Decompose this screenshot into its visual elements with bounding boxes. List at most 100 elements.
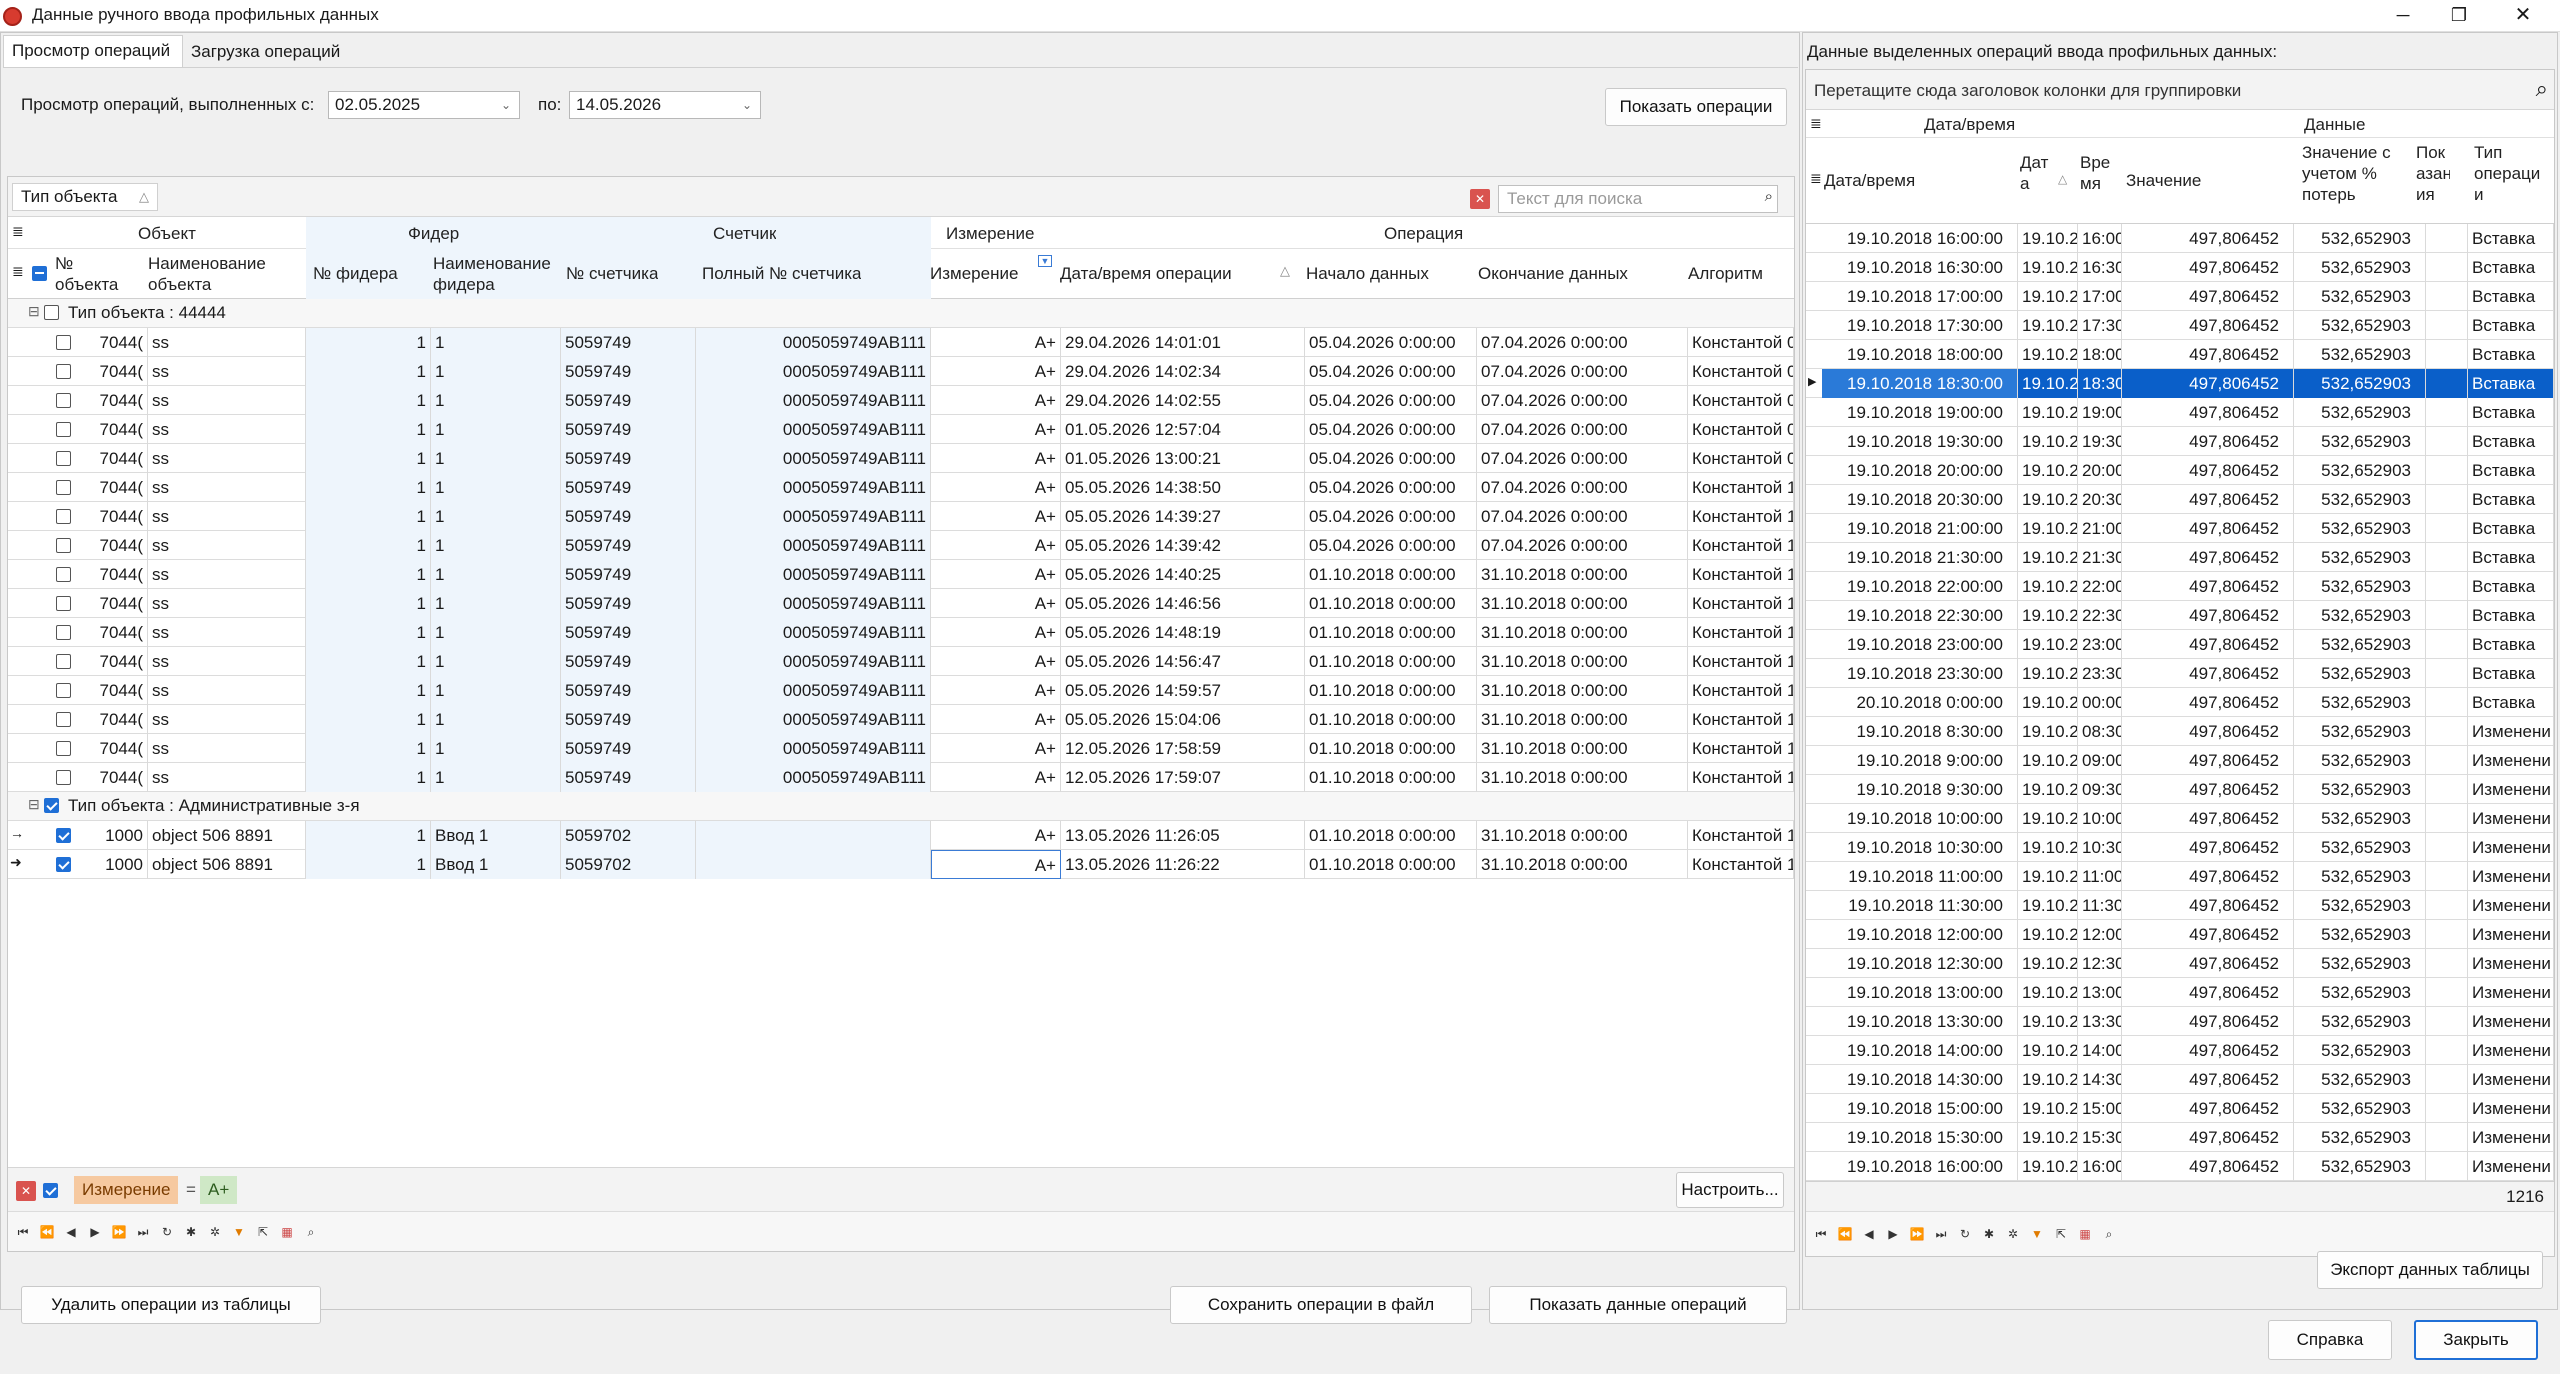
cell-value[interactable]: 497,806452 — [2122, 456, 2294, 485]
table-row[interactable]: 7044(ss 1 1 5059749 0005059749AB111 A+ 01.05.2… — [8, 444, 1794, 473]
cell-feeder-name[interactable]: 1 — [431, 531, 561, 560]
cell-op-type[interactable]: Вставка — [2468, 282, 2554, 311]
row-checkbox[interactable] — [56, 451, 71, 466]
table-row[interactable]: 7044(ss 1 1 5059749 0005059749AB111 A+ 05.05.2… — [8, 502, 1794, 531]
cell-time[interactable]: 09:30 — [2078, 775, 2122, 804]
cell-end[interactable]: 31.10.2018 0:00:00 — [1477, 676, 1688, 705]
cell-obj-name[interactable]: ss — [148, 328, 306, 357]
cell-readings[interactable] — [2426, 485, 2468, 514]
cell-feeder-no[interactable]: 1 — [306, 647, 431, 676]
cell-value[interactable]: 497,806452 — [2122, 543, 2294, 572]
table-row[interactable]: 19.10.2018 20:00:0019.10.2020:00497,8064… — [1806, 456, 2554, 485]
cell-time[interactable]: 23:30 — [2078, 659, 2122, 688]
cell-value-loss[interactable]: 532,652903 — [2294, 1007, 2426, 1036]
col-time[interactable]: Вре мя — [2080, 152, 2116, 194]
row-checkbox[interactable] — [56, 683, 71, 698]
cell-obj-no[interactable]: 7044( — [80, 357, 148, 386]
filter-value[interactable]: A+ — [200, 1176, 238, 1204]
cell-value[interactable]: 497,806452 — [2122, 1065, 2294, 1094]
cell-date[interactable]: 19.10.20 — [2018, 1152, 2078, 1181]
cell-end[interactable]: 07.04.2026 0:00:00 — [1477, 415, 1688, 444]
clear-search-icon[interactable]: ✕ — [1470, 189, 1490, 209]
row-checkbox[interactable] — [56, 422, 71, 437]
table-row[interactable]: 19.10.2018 16:00:0019.10.2016:00497,8064… — [1806, 1152, 2554, 1181]
cell-meter-no[interactable]: 5059749 — [561, 676, 696, 705]
cell-value-loss[interactable]: 532,652903 — [2294, 862, 2426, 891]
col-value-loss[interactable]: Значение с учетом % потерь — [2302, 142, 2402, 205]
prev-page-icon[interactable]: ⏪ — [1834, 1223, 1856, 1245]
cell-op-type[interactable]: Вставка — [2468, 572, 2554, 601]
cell-date[interactable]: 19.10.20 — [2018, 601, 2078, 630]
cell-feeder-no[interactable]: 1 — [306, 676, 431, 705]
cell-value[interactable]: 497,806452 — [2122, 398, 2294, 427]
col-obj-name[interactable]: Наименование объекта — [148, 253, 298, 295]
col-meter-full[interactable]: Полный № счетчика — [702, 263, 861, 284]
cell-obj-no[interactable]: 7044( — [80, 560, 148, 589]
cell-feeder-no[interactable]: 1 — [306, 357, 431, 386]
prev-record-icon[interactable]: ◀ — [60, 1221, 82, 1243]
filter-icon[interactable]: ▼ — [2026, 1223, 2048, 1245]
cell-op-dt[interactable]: 05.05.2026 14:38:50 — [1061, 473, 1305, 502]
cell-obj-name[interactable]: ss — [148, 560, 306, 589]
cell-meter-full[interactable]: 0005059749AB111 — [696, 415, 931, 444]
cell-dt[interactable]: 19.10.2018 22:00:00 — [1822, 572, 2018, 601]
cell-meter-full[interactable]: 0005059749AB111 — [696, 473, 931, 502]
cell-op-dt[interactable]: 05.05.2026 14:48:19 — [1061, 618, 1305, 647]
cell-dt[interactable]: 19.10.2018 14:00:00 — [1822, 1036, 2018, 1065]
cell-time[interactable]: 22:30 — [2078, 601, 2122, 630]
cell-meter-no[interactable]: 5059749 — [561, 357, 696, 386]
cell-date[interactable]: 19.10.20 — [2018, 978, 2078, 1007]
cell-dt[interactable]: 19.10.2018 12:30:00 — [1822, 949, 2018, 978]
cell-readings[interactable] — [2426, 1123, 2468, 1152]
col-algo[interactable]: Алгоритм — [1688, 263, 1763, 284]
cell-dt[interactable]: 19.10.2018 19:00:00 — [1822, 398, 2018, 427]
cell-feeder-no[interactable]: 1 — [306, 589, 431, 618]
cell-obj-no[interactable]: 1000 — [80, 850, 148, 879]
table-row[interactable]: 19.10.2018 15:00:0019.10.2015:00497,8064… — [1806, 1094, 2554, 1123]
cell-readings[interactable] — [2426, 862, 2468, 891]
cell-obj-no[interactable]: 7044( — [80, 473, 148, 502]
cell-measure[interactable]: A+ — [931, 705, 1061, 734]
cell-value-loss[interactable]: 532,652903 — [2294, 949, 2426, 978]
cell-obj-no[interactable]: 7044( — [80, 705, 148, 734]
group-chip[interactable]: Тип объекта △ — [12, 183, 158, 211]
cell-value-loss[interactable]: 532,652903 — [2294, 456, 2426, 485]
cell-op-type[interactable]: Изменени — [2468, 1036, 2554, 1065]
cell-value[interactable]: 497,806452 — [2122, 862, 2294, 891]
cell-feeder-no[interactable]: 1 — [306, 531, 431, 560]
cell-obj-no[interactable]: 7044( — [80, 328, 148, 357]
cell-value-loss[interactable]: 532,652903 — [2294, 543, 2426, 572]
cell-date[interactable]: 19.10.20 — [2018, 659, 2078, 688]
cell-obj-name[interactable]: ss — [148, 502, 306, 531]
cell-value[interactable]: 497,806452 — [2122, 949, 2294, 978]
cell-time[interactable]: 21:00 — [2078, 514, 2122, 543]
cell-measure[interactable]: A+ — [931, 821, 1061, 850]
cell-meter-full[interactable]: 0005059749AB111 — [696, 705, 931, 734]
cell-algo[interactable]: Константой 1( — [1688, 618, 1794, 647]
cell-obj-name[interactable]: ss — [148, 676, 306, 705]
cell-date[interactable]: 19.10.20 — [2018, 1123, 2078, 1152]
refresh-icon[interactable]: ↻ — [1954, 1223, 1976, 1245]
cell-readings[interactable] — [2426, 1152, 2468, 1181]
cell-value-loss[interactable]: 532,652903 — [2294, 1152, 2426, 1181]
cell-op-type[interactable]: Вставка — [2468, 514, 2554, 543]
cell-value[interactable]: 497,806452 — [2122, 659, 2294, 688]
cell-value[interactable]: 497,806452 — [2122, 717, 2294, 746]
cell-dt[interactable]: 19.10.2018 10:00:00 — [1822, 804, 2018, 833]
cell-op-dt[interactable]: 13.05.2026 11:26:05 — [1061, 821, 1305, 850]
cell-obj-name[interactable]: ss — [148, 734, 306, 763]
cell-value-loss[interactable]: 532,652903 — [2294, 340, 2426, 369]
filter-operator[interactable]: = — [186, 1176, 196, 1204]
export-table-button[interactable]: Экспорт данных таблицы — [2317, 1251, 2543, 1289]
tab-load-operations[interactable]: Загрузка операций — [185, 38, 355, 67]
cell-dt[interactable]: 19.10.2018 18:00:00 — [1822, 340, 2018, 369]
cell-readings[interactable] — [2426, 1007, 2468, 1036]
table-row[interactable]: → 1000 object 506 8891 1 Ввод 1 5059702 A+ 13.0… — [8, 821, 1794, 850]
cell-readings[interactable] — [2426, 543, 2468, 572]
cell-date[interactable]: 19.10.20 — [2018, 717, 2078, 746]
cell-op-dt[interactable]: 05.05.2026 14:40:25 — [1061, 560, 1305, 589]
cell-value-loss[interactable]: 532,652903 — [2294, 804, 2426, 833]
cell-dt[interactable]: 19.10.2018 17:30:00 — [1822, 311, 2018, 340]
cell-feeder-name[interactable]: 1 — [431, 357, 561, 386]
row-checkbox[interactable] — [56, 596, 71, 611]
